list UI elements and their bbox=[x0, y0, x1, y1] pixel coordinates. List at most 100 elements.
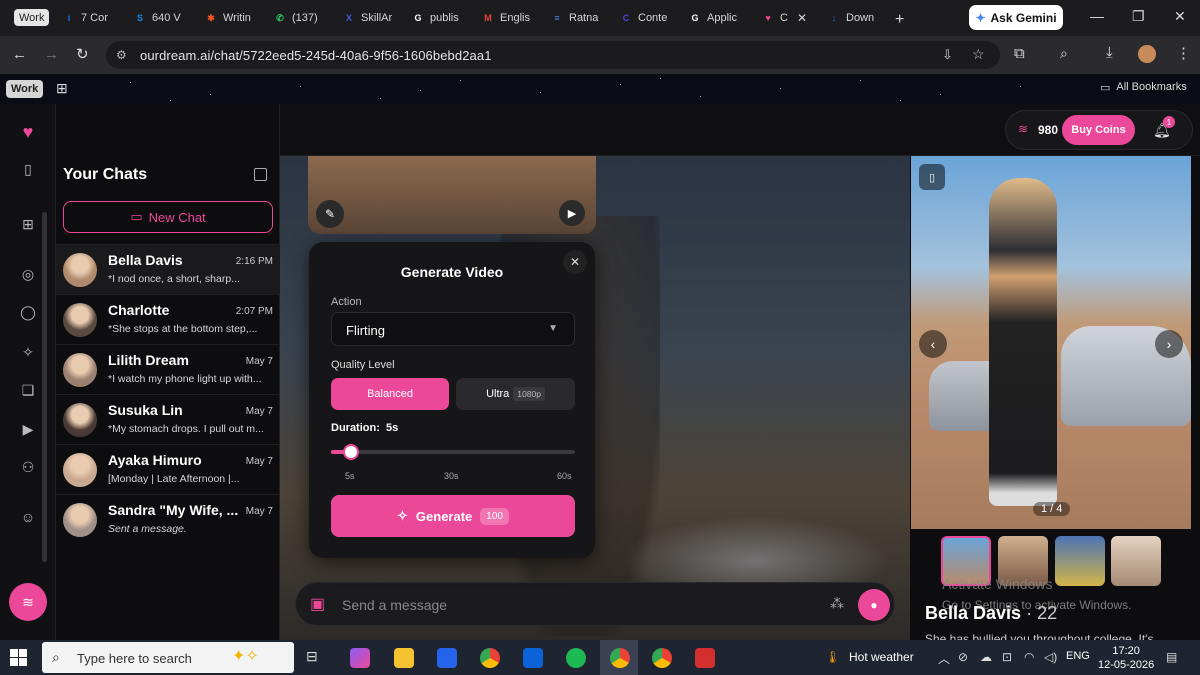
tab-label: Applic bbox=[707, 12, 737, 24]
copilot-icon[interactable] bbox=[350, 648, 370, 668]
panel-icon[interactable]: ▯ bbox=[18, 159, 38, 179]
spotify-icon[interactable] bbox=[566, 648, 586, 668]
volume-icon[interactable]: ◁) bbox=[1044, 650, 1057, 664]
close-tab-icon[interactable]: ✕ bbox=[797, 6, 807, 30]
notification-center-icon[interactable]: ▤ bbox=[1166, 650, 1177, 664]
duration-slider[interactable] bbox=[331, 444, 575, 460]
tab-search-icon[interactable]: ⌕ bbox=[1060, 45, 1068, 62]
apps-grid-icon[interactable]: ⊞ bbox=[56, 80, 68, 97]
network-tray-icon[interactable]: ⊡ bbox=[1002, 650, 1012, 664]
quality-balanced-button[interactable]: Balanced bbox=[331, 378, 449, 410]
ask-gemini-button[interactable]: ✦ Ask Gemini bbox=[969, 5, 1063, 30]
gallery-icon[interactable]: ❏ bbox=[18, 380, 38, 400]
tray-icon[interactable]: ⊘ bbox=[958, 650, 968, 664]
browser-tab[interactable]: G Applic bbox=[688, 6, 750, 30]
browser-tab[interactable]: ≡ Ratna bbox=[550, 6, 612, 30]
magic-wand-icon[interactable]: ⁂ bbox=[830, 595, 844, 612]
carousel-prev-icon[interactable]: ‹ bbox=[919, 330, 947, 358]
chat-list-item[interactable]: Sandra "My Wife, ... May 7 Sent a message. bbox=[56, 494, 280, 544]
user-icon[interactable]: ☺ bbox=[18, 507, 38, 527]
browser-tab[interactable]: X SkillAr bbox=[342, 6, 404, 30]
chat-list-item[interactable]: Lilith Dream May 7 *I watch my phone light… bbox=[56, 344, 280, 394]
new-tab-button[interactable]: + bbox=[895, 8, 904, 32]
bookmark-star-icon[interactable]: ☆ bbox=[972, 46, 985, 63]
carousel-next-icon[interactable]: › bbox=[1155, 330, 1183, 358]
weather-text[interactable]: Hot weather bbox=[849, 650, 914, 664]
chat-list-item[interactable]: Bella Davis 2:16 PM *I nod once, a short, … bbox=[56, 244, 280, 294]
reload-icon[interactable]: ↻ bbox=[76, 45, 89, 63]
extensions-icon[interactable]: ⧉ bbox=[1014, 45, 1025, 62]
browser-tab[interactable]: ↓ Down bbox=[827, 6, 889, 30]
browser-tab[interactable]: C Conte bbox=[619, 6, 681, 30]
heart-logo-icon[interactable]: ♥ bbox=[18, 122, 38, 142]
message-input[interactable]: Send a message bbox=[342, 597, 447, 613]
profile-thumb[interactable] bbox=[1055, 536, 1105, 586]
windows-start-icon[interactable] bbox=[10, 649, 27, 666]
clock[interactable]: 17:20 12-05-2026 bbox=[1098, 644, 1154, 672]
browser-tab[interactable]: M Englis bbox=[481, 6, 543, 30]
quality-ultra-button[interactable]: Ultra 1080p bbox=[456, 378, 575, 410]
omnibox[interactable]: ⚙ ourdream.ai/chat/5722eed5-245d-40a6-9f… bbox=[106, 41, 1000, 69]
chat-list-item[interactable]: Susuka Lin May 7 *My stomach drops. I pull… bbox=[56, 394, 280, 444]
site-info-icon[interactable]: ⚙ bbox=[116, 48, 127, 62]
action-select[interactable]: Flirting ▼ bbox=[331, 312, 575, 346]
browser-tab[interactable]: ♥ C bbox=[761, 6, 823, 30]
generate-button[interactable]: ✧ Generate 100 bbox=[331, 495, 575, 537]
mic-button[interactable]: ● bbox=[858, 589, 890, 621]
browser-tab[interactable]: ✱ Writin bbox=[204, 6, 266, 30]
coins-fab-button[interactable]: ≋ bbox=[9, 583, 47, 621]
browser-tab[interactable]: ✆ (137) bbox=[273, 6, 335, 30]
users-icon[interactable]: ⚇ bbox=[18, 457, 38, 477]
browser-tab[interactable]: i 7 Cor bbox=[62, 6, 124, 30]
play-icon[interactable]: ▶ bbox=[559, 200, 585, 226]
weather-icon[interactable]: 🌡︎ bbox=[825, 650, 840, 664]
work-profile-badge[interactable]: Work bbox=[6, 80, 44, 98]
chat-list-item[interactable]: Charlotte 2:07 PM *She stops at the bottom… bbox=[56, 294, 280, 344]
panel-toggle-icon[interactable]: ▯ bbox=[919, 164, 945, 190]
acrobat-icon[interactable] bbox=[695, 648, 715, 668]
browser-tab[interactable]: Gpublis bbox=[411, 6, 473, 30]
buy-coins-button[interactable]: Buy Coins bbox=[1062, 115, 1135, 145]
profile-photo[interactable]: ▯ ‹ › 1 / 4 bbox=[911, 156, 1191, 529]
close-window-icon[interactable]: ✕ bbox=[1174, 8, 1186, 25]
file-explorer-icon[interactable] bbox=[394, 648, 414, 668]
chrome-icon[interactable] bbox=[480, 648, 500, 668]
tray-chevron-icon[interactable]: ︿ bbox=[938, 650, 950, 667]
close-icon[interactable]: ✕ bbox=[563, 250, 587, 274]
profile-avatar[interactable] bbox=[1138, 45, 1156, 63]
add-icon[interactable]: ⊞ bbox=[18, 214, 38, 234]
outlook-icon[interactable] bbox=[523, 648, 543, 668]
chat-icon[interactable]: ◯ bbox=[18, 302, 38, 322]
taskbar-search[interactable]: ⌕ Type here to search ✦✧ bbox=[42, 642, 294, 673]
wifi-icon[interactable]: ◠ bbox=[1024, 650, 1034, 664]
menu-icon[interactable]: ⋮ bbox=[1176, 44, 1191, 62]
language-indicator[interactable]: ENG bbox=[1066, 650, 1090, 662]
minimize-icon[interactable]: — bbox=[1090, 8, 1104, 24]
chat-list-item[interactable]: Ayaka Himuro May 7 [Monday | Late Afternoo… bbox=[56, 444, 280, 494]
explore-icon[interactable]: ◎ bbox=[18, 264, 38, 284]
task-view-icon[interactable]: ⊟ bbox=[306, 648, 326, 668]
collapse-sidebar-icon[interactable] bbox=[254, 168, 267, 181]
install-app-icon[interactable]: ⇩ bbox=[942, 47, 953, 63]
slider-thumb[interactable] bbox=[343, 444, 359, 460]
chrome-profile-icon[interactable] bbox=[652, 648, 672, 668]
forward-icon[interactable]: → bbox=[44, 46, 59, 63]
image-upload-icon[interactable]: ▣ bbox=[310, 594, 325, 614]
profile-chip[interactable]: Work bbox=[14, 9, 50, 26]
profile-thumb[interactable] bbox=[1111, 536, 1161, 586]
edit-icon[interactable]: ✎ bbox=[316, 200, 344, 228]
back-icon[interactable]: ← bbox=[12, 46, 27, 63]
all-bookmarks[interactable]: ▭ All Bookmarks bbox=[1100, 81, 1187, 94]
downloads-icon[interactable]: ⤓ bbox=[1106, 44, 1113, 61]
restore-icon[interactable]: ❐ bbox=[1132, 8, 1145, 25]
video-icon[interactable]: ▶ bbox=[18, 419, 38, 439]
url-text[interactable]: ourdream.ai/chat/5722eed5-245d-40a6-9f56… bbox=[140, 48, 492, 63]
store-icon[interactable] bbox=[437, 648, 457, 668]
sparkle-icon[interactable]: ✧ bbox=[18, 342, 38, 362]
chrome-work-icon[interactable] bbox=[610, 648, 630, 668]
video-thumbnail[interactable] bbox=[308, 156, 596, 234]
new-chat-button[interactable]: ▭ New Chat bbox=[63, 201, 273, 233]
rail-scrollbar[interactable] bbox=[42, 212, 47, 562]
onedrive-icon[interactable]: ☁ bbox=[980, 650, 992, 664]
browser-tab[interactable]: S 640 V bbox=[133, 6, 195, 30]
